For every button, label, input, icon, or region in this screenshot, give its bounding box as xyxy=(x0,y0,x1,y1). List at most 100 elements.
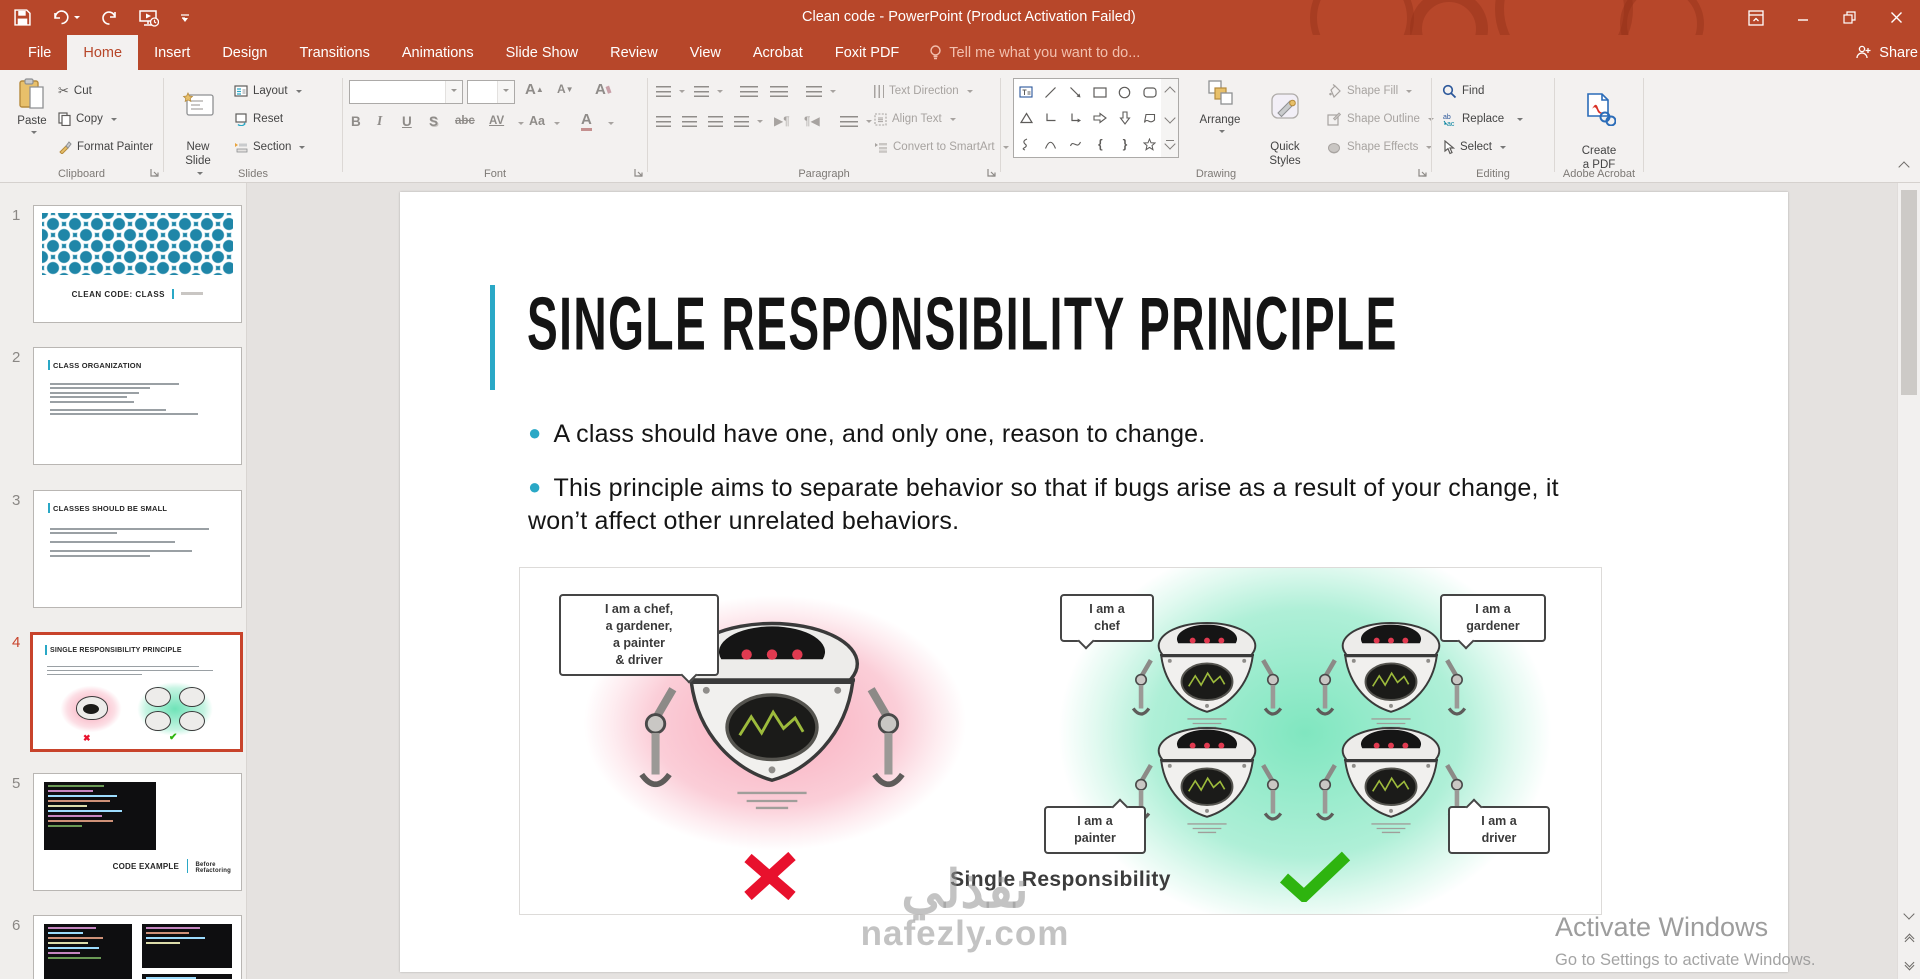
shape-textbox-icon[interactable] xyxy=(1019,86,1033,98)
shape-down-arrow-icon[interactable] xyxy=(1119,111,1131,125)
align-text-button[interactable]: Align Text xyxy=(874,108,956,130)
line-spacing-button[interactable] xyxy=(806,80,836,102)
thumbnail-slide-3[interactable]: CLASSES SHOULD BE SMALL xyxy=(33,490,242,608)
create-pdf-button[interactable]: Create a PDF xyxy=(1569,78,1629,173)
shapes-scroll-down-button[interactable] xyxy=(1161,105,1178,131)
start-from-beginning-button[interactable] xyxy=(139,9,159,27)
clipboard-dialog-launcher[interactable] xyxy=(149,167,160,178)
strikethrough-button[interactable]: abc xyxy=(455,110,475,132)
shape-right-brace-icon[interactable]: } xyxy=(1123,137,1128,151)
font-size-dropdown[interactable] xyxy=(497,81,514,103)
shape-fill-button[interactable]: Shape Fill xyxy=(1327,80,1413,102)
shape-rectangle-icon[interactable] xyxy=(1093,86,1107,98)
undo-dropdown-caret[interactable] xyxy=(74,16,80,22)
font-color-button[interactable]: A xyxy=(581,110,592,131)
tab-insert[interactable]: Insert xyxy=(138,35,206,70)
font-color-caret[interactable] xyxy=(608,122,614,128)
justify-caret[interactable] xyxy=(757,119,763,126)
italic-button[interactable]: I xyxy=(377,110,382,132)
close-button[interactable] xyxy=(1873,0,1920,35)
tell-me-box[interactable]: Tell me what you want to do... xyxy=(929,35,1140,70)
shrink-font-button[interactable]: A ▼ xyxy=(557,78,574,100)
previous-slide-button[interactable] xyxy=(1898,929,1920,951)
shape-outline-button[interactable]: Shape Outline xyxy=(1327,108,1434,130)
font-name-combobox[interactable] xyxy=(349,80,463,104)
shape-elbow-arrow-connector-icon[interactable] xyxy=(1070,112,1082,124)
cut-button[interactable]: ✂ Cut xyxy=(58,80,92,102)
numbering-button[interactable] xyxy=(694,80,723,102)
vertical-scrollbar[interactable] xyxy=(1897,182,1920,979)
grow-font-button[interactable]: A ▲ xyxy=(525,78,544,100)
shape-scribble-icon[interactable] xyxy=(1020,137,1032,151)
line-spacing-caret[interactable] xyxy=(830,89,836,96)
paragraph-dialog-launcher[interactable] xyxy=(986,167,997,178)
slide-bullet-2[interactable]: ● This principle aims to separate behavio… xyxy=(528,472,1618,537)
tab-animations[interactable]: Animations xyxy=(386,35,490,70)
redo-button[interactable] xyxy=(101,10,118,26)
shape-triangle-icon[interactable] xyxy=(1019,112,1033,124)
increase-indent-button[interactable] xyxy=(770,80,788,102)
paste-button[interactable]: Paste xyxy=(10,78,54,137)
tab-transitions[interactable]: Transitions xyxy=(283,35,385,70)
align-left-button[interactable] xyxy=(656,110,671,132)
align-right-button[interactable] xyxy=(708,110,723,132)
scrollbar-thumb[interactable] xyxy=(1901,190,1917,395)
undo-button[interactable] xyxy=(52,10,80,25)
tab-file[interactable]: File xyxy=(12,35,67,70)
text-direction-button[interactable]: Text Direction xyxy=(874,80,973,102)
shape-left-brace-icon[interactable]: { xyxy=(1098,137,1103,151)
shape-fill-caret[interactable] xyxy=(1406,89,1413,96)
character-spacing-caret[interactable] xyxy=(518,122,524,128)
shape-curve-icon[interactable] xyxy=(1069,138,1082,150)
thumbnail-slide-1[interactable]: CLEAN CODE: CLASS xyxy=(33,205,242,323)
save-icon[interactable] xyxy=(14,9,31,26)
layout-button[interactable]: Layout xyxy=(234,80,302,102)
shape-effects-button[interactable]: Shape Effects xyxy=(1327,136,1433,158)
shape-arc-icon[interactable] xyxy=(1044,139,1057,150)
slide-title[interactable]: SINGLE RESPONSIBILITY PRINCIPLE xyxy=(527,280,1398,367)
thumbnail-slide-4[interactable]: SINGLE RESPONSIBILITY PRINCIPLE ✖ ✔ xyxy=(30,632,243,752)
bullets-button[interactable] xyxy=(656,80,685,102)
ribbon-display-options-button[interactable] xyxy=(1732,0,1779,35)
shape-star-icon[interactable] xyxy=(1143,137,1157,151)
align-text-caret[interactable] xyxy=(949,117,956,124)
slide-editor[interactable]: SINGLE RESPONSIBILITY PRINCIPLE ● A class… xyxy=(400,192,1788,972)
decrease-indent-button[interactable] xyxy=(740,80,758,102)
shape-rounded-rectangle-icon[interactable] xyxy=(1143,86,1157,98)
shapes-more-button[interactable] xyxy=(1161,131,1178,157)
shape-right-arrow-icon[interactable] xyxy=(1093,112,1108,124)
shape-arrow-icon[interactable] xyxy=(1069,86,1082,99)
thumbnail-slide-2[interactable]: CLASS ORGANIZATION xyxy=(33,347,242,465)
shape-oval-icon[interactable] xyxy=(1118,86,1131,99)
rtl-direction-button[interactable]: ¶◀ xyxy=(804,110,820,132)
justify-button[interactable] xyxy=(734,110,763,132)
find-button[interactable]: Find xyxy=(1442,80,1484,102)
replace-button[interactable]: ab ac Replace xyxy=(1442,108,1524,130)
select-button[interactable]: Select xyxy=(1442,136,1506,158)
tab-foxit-pdf[interactable]: Foxit PDF xyxy=(819,35,915,70)
arrange-button[interactable]: Arrange xyxy=(1189,78,1251,136)
slide-figure[interactable]: I am a chef, a gardener, a painter & dri… xyxy=(519,567,1602,915)
shape-flowchart-icon[interactable] xyxy=(1143,113,1156,124)
character-spacing-button[interactable]: AV xyxy=(489,110,504,132)
font-dialog-launcher[interactable] xyxy=(633,167,644,178)
columns-caret[interactable] xyxy=(866,119,872,126)
tab-home[interactable]: Home xyxy=(67,35,139,70)
clear-formatting-button[interactable]: A ▮ xyxy=(595,78,612,100)
quick-styles-button[interactable]: Quick Styles xyxy=(1255,78,1315,169)
underline-button[interactable]: U xyxy=(402,110,412,132)
bullets-caret[interactable] xyxy=(679,89,685,96)
font-size-combobox[interactable] xyxy=(467,80,515,104)
font-name-dropdown[interactable] xyxy=(445,81,462,103)
copy-button[interactable]: Copy xyxy=(58,108,117,130)
align-center-button[interactable] xyxy=(682,110,697,132)
select-caret[interactable] xyxy=(1499,145,1506,152)
collapse-ribbon-button[interactable] xyxy=(1898,158,1910,176)
numbering-caret[interactable] xyxy=(717,89,723,96)
convert-to-smartart-button[interactable]: Convert to SmartArt xyxy=(874,136,1009,158)
thumbnail-slide-6[interactable] xyxy=(33,915,242,979)
restore-button[interactable] xyxy=(1826,0,1873,35)
thumbnail-slide-5[interactable]: CODE EXAMPLE Before Refactoring xyxy=(33,773,242,891)
scroll-down-button[interactable] xyxy=(1898,903,1920,925)
text-direction-caret[interactable] xyxy=(966,89,973,96)
